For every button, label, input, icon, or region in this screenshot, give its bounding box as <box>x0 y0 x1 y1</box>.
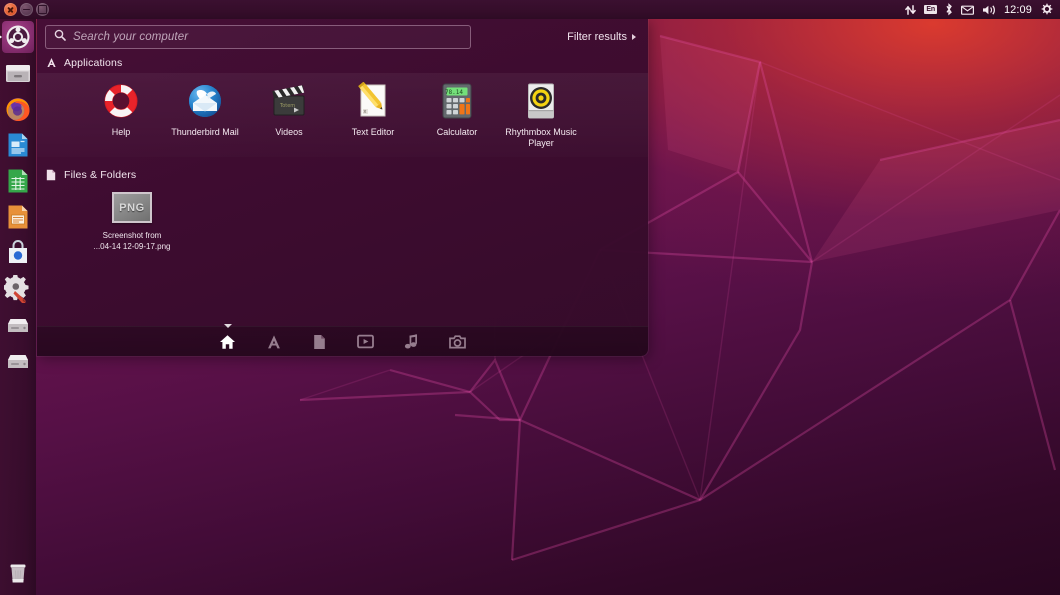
keyboard-layout-label: En <box>924 5 937 14</box>
lens-photos[interactable] <box>446 331 470 353</box>
camera-icon <box>449 335 466 349</box>
app-label-rhythmbox-music-player: Rhythmbox Music Player <box>500 127 582 150</box>
keyboard-layout-indicator[interactable]: En <box>924 3 937 17</box>
launcher-item-ubuntu-software[interactable] <box>2 237 34 269</box>
lens-music[interactable] <box>400 331 424 353</box>
help-lifering-icon <box>102 79 140 123</box>
app-label-help: Help <box>80 127 162 138</box>
firefox-icon <box>4 95 32 123</box>
file-label-line-2: ...04-14 12-09-17.png <box>94 242 171 251</box>
music-note-icon <box>404 334 419 350</box>
launcher-item-libreoffice-writer[interactable] <box>2 129 34 161</box>
section-title-applications: Applications <box>64 57 122 69</box>
desktop-screen: En 12:09 <box>0 0 1060 595</box>
filter-results-button[interactable]: Filter results <box>567 31 640 43</box>
app-label-thunderbird-mail: Thunderbird Mail <box>164 127 246 138</box>
network-updown-icon[interactable] <box>905 3 916 17</box>
video-play-icon <box>357 334 374 349</box>
file-label-line-1: Screenshot from <box>103 231 162 240</box>
app-label-videos: Videos <box>248 127 330 138</box>
search-input[interactable]: Search your computer <box>45 25 471 49</box>
document-icon <box>45 168 57 181</box>
svg-text:78.14: 78.14 <box>445 89 463 96</box>
launcher-item-trash[interactable] <box>2 557 34 589</box>
launcher-item-disk-1[interactable] <box>2 309 34 341</box>
launcher-item-libreoffice-impress[interactable] <box>2 201 34 233</box>
launcher-item-system-settings[interactable] <box>2 273 34 305</box>
search-placeholder: Search your computer <box>73 31 188 43</box>
file-manager-icon <box>4 59 32 87</box>
app-tile-thunderbird-mail[interactable]: Thunderbird Mail <box>163 79 247 138</box>
ubuntu-software-icon <box>4 239 32 267</box>
section-header-files-and-folders[interactable]: Files & Folders <box>37 166 648 183</box>
system-settings-icon <box>4 275 32 303</box>
section-title-files-and-folders: Files & Folders <box>64 169 136 181</box>
app-tile-text-editor[interactable]: Text Editor <box>331 79 415 138</box>
window-maximize-button[interactable] <box>36 3 49 16</box>
files-results-area: PNG Screenshot from ...04-14 12-09-17.pn… <box>37 185 648 281</box>
launcher-item-files[interactable] <box>2 57 34 89</box>
videos-clapperboard-icon: Totem <box>270 79 308 123</box>
window-minimize-button[interactable] <box>20 3 33 16</box>
file-tile-screenshot[interactable]: PNG Screenshot from ...04-14 12-09-17.pn… <box>89 192 175 252</box>
app-label-text-editor: Text Editor <box>332 127 414 138</box>
png-thumbnail-icon: PNG <box>112 192 152 223</box>
window-close-button[interactable] <box>4 3 17 16</box>
volume-icon[interactable] <box>982 3 996 17</box>
filter-results-label: Filter results <box>567 31 627 43</box>
ubuntu-logo-icon <box>4 23 32 51</box>
launcher-item-ubuntu-dash-home[interactable] <box>2 21 34 53</box>
disk-drive-icon <box>4 311 32 339</box>
launcher-item-disk-2[interactable] <box>2 345 34 377</box>
clock[interactable]: 12:09 <box>1004 4 1032 16</box>
chevron-right-icon <box>632 34 636 40</box>
applications-a-icon <box>45 56 57 69</box>
launcher-item-firefox[interactable] <box>2 93 34 125</box>
libreoffice-impress-icon <box>4 203 32 231</box>
unity-dash: Search your computer Filter results Appl… <box>37 19 648 356</box>
gear-power-icon[interactable] <box>1040 3 1053 17</box>
home-icon <box>219 334 236 350</box>
launcher-item-libreoffice-calc[interactable] <box>2 165 34 197</box>
app-tile-help[interactable]: Help <box>79 79 163 138</box>
libreoffice-calc-icon <box>4 167 32 195</box>
search-icon <box>54 28 66 46</box>
top-panel: En 12:09 <box>0 0 1060 19</box>
unity-launcher <box>0 19 36 595</box>
window-controls <box>0 0 49 19</box>
applications-results-band: Help <box>37 73 648 157</box>
lens-applications[interactable] <box>262 331 286 353</box>
text-editor-pencil-icon <box>356 79 390 123</box>
document-icon <box>313 334 326 350</box>
thunderbird-icon <box>186 79 224 123</box>
bluetooth-icon[interactable] <box>945 3 953 17</box>
png-thumbnail-label: PNG <box>119 202 145 214</box>
disk-drive-icon <box>4 347 32 375</box>
dash-lens-bar <box>37 326 648 356</box>
app-tile-calculator[interactable]: 78.14 <box>415 79 499 138</box>
libreoffice-writer-icon <box>4 131 32 159</box>
rhythmbox-icon <box>526 79 556 123</box>
file-label-screenshot: Screenshot from ...04-14 12-09-17.png <box>89 230 175 252</box>
system-tray: En 12:09 <box>905 0 1060 19</box>
envelope-icon[interactable] <box>961 3 974 17</box>
section-header-applications[interactable]: Applications <box>37 54 648 71</box>
app-tile-rhythmbox-music-player[interactable]: Rhythmbox Music Player <box>499 79 583 150</box>
applications-a-icon <box>266 334 282 350</box>
lens-video[interactable] <box>354 331 378 353</box>
lens-files[interactable] <box>308 331 332 353</box>
dash-search-row: Search your computer Filter results <box>45 23 640 50</box>
app-tile-videos[interactable]: Totem Videos <box>247 79 331 138</box>
trash-icon <box>4 559 32 587</box>
lens-home[interactable] <box>216 331 240 353</box>
svg-text:Totem: Totem <box>279 103 295 109</box>
calculator-icon: 78.14 <box>441 79 473 123</box>
app-label-calculator: Calculator <box>416 127 498 138</box>
